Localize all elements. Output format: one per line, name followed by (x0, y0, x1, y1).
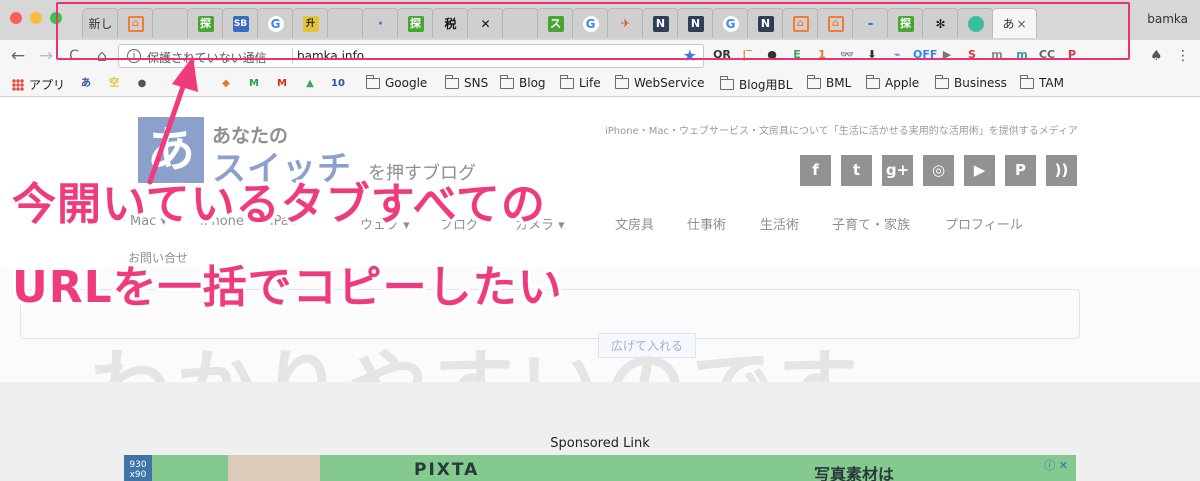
bookmark-folder[interactable]: Blog用BL (720, 76, 792, 93)
bookmark-folder-label: Apple (885, 76, 920, 90)
bookmark-folder-label: SNS (464, 76, 489, 90)
extension-puzzle-icon[interactable]: ♠ (1150, 48, 1163, 64)
bookmark-folder[interactable]: Life (560, 74, 601, 90)
bookmark-icon[interactable]: ▲ (302, 76, 322, 92)
apps-grid-icon (12, 78, 24, 91)
bookmark-folder[interactable]: Apple (866, 74, 920, 90)
forward-button[interactable]: → (36, 46, 56, 66)
minimize-window-button[interactable] (30, 12, 42, 24)
bookmark-folder[interactable]: Google (366, 74, 428, 90)
bookmark-icon[interactable]: ◆ (218, 76, 238, 92)
folder-icon (366, 74, 380, 89)
profile-name[interactable]: bamka (1147, 12, 1188, 26)
bookmark-folder[interactable]: Blog (500, 74, 546, 90)
page-dim-overlay (0, 97, 1200, 384)
ad-thumb: 930 x90 (124, 455, 152, 481)
bookmark-folder[interactable]: WebService (615, 74, 705, 90)
folder-icon (807, 74, 821, 89)
ad-brand: PIXTA (414, 460, 480, 480)
bookmark-folder[interactable]: TAM (1020, 74, 1064, 90)
close-window-button[interactable] (10, 12, 22, 24)
annotation-line2: URLを一括でコピーしたい (12, 262, 563, 313)
bookmark-favicon-icon: M (249, 78, 259, 89)
bookmark-folder-label: Blog (519, 76, 546, 90)
bookmark-folder-label: WebService (634, 76, 705, 90)
folder-icon (445, 74, 459, 89)
bookmark-label: アプリ (29, 78, 66, 92)
bookmark-favicon-icon: ▲ (306, 78, 314, 89)
ad-banner[interactable]: 930 x90 PIXTA 写真素材は ⓘ ✕ (124, 455, 1076, 481)
ad-photo (228, 455, 320, 481)
folder-icon (500, 74, 514, 89)
bookmark-icon[interactable]: ● (134, 76, 154, 92)
bookmark-folder[interactable]: SNS (445, 74, 489, 90)
bookmark-folder-label: Blog用BL (739, 78, 793, 92)
bookmark-icon[interactable] (162, 76, 182, 92)
bookmark-apps[interactable]: アプリ (12, 76, 65, 93)
folder-icon (720, 76, 734, 90)
bookmark-icon[interactable]: M (274, 76, 294, 92)
bookmark-favicon-icon (190, 76, 206, 92)
bookmark-favicon-icon: あ (81, 78, 91, 89)
bookmark-favicon-icon (162, 76, 178, 92)
tabs-highlight-box (56, 2, 1130, 60)
folder-icon (1020, 74, 1034, 89)
bookmark-icon[interactable]: 10 (330, 76, 350, 92)
bookmark-icon[interactable]: M (246, 76, 266, 92)
bookmark-favicon-icon: M (277, 78, 287, 89)
ad-copy: 写真素材は (814, 465, 895, 481)
folder-icon (935, 74, 949, 89)
folder-icon (615, 74, 629, 89)
ad-info-icon[interactable]: ⓘ ✕ (1044, 457, 1068, 473)
folder-icon (866, 74, 880, 89)
sponsored-label: Sponsored Link (550, 436, 650, 451)
bookmark-folder-label: Business (954, 76, 1007, 90)
bookmark-folder-label: TAM (1039, 76, 1064, 90)
bookmark-folder[interactable]: BML (807, 74, 852, 90)
bookmark-favicon-icon: 空 (109, 78, 119, 89)
bookmark-folder-label: BML (826, 76, 852, 90)
bookmark-icon[interactable]: あ (78, 76, 98, 92)
bookmark-folder[interactable]: Business (935, 74, 1007, 90)
back-button[interactable]: ← (8, 46, 28, 66)
bookmark-icon[interactable] (190, 76, 210, 92)
bookmark-favicon-icon: 10 (331, 78, 345, 89)
bookmark-icon[interactable]: 空 (106, 76, 126, 92)
menu-icon[interactable]: ⋮ (1176, 48, 1190, 64)
bookmarks-bar: アプリ あ 空 ● ◆ M M ▲ 10 Google SNS Blog Life WebService B… (0, 72, 1200, 97)
bookmark-folder-label: Life (579, 76, 601, 90)
bookmark-favicon-icon: ◆ (222, 78, 230, 89)
annotation-line1: 今開いているタブすべての (12, 179, 546, 230)
folder-icon (560, 74, 574, 89)
bookmark-folder-label: Google (385, 76, 428, 90)
bookmark-favicon-icon: ● (137, 78, 147, 89)
